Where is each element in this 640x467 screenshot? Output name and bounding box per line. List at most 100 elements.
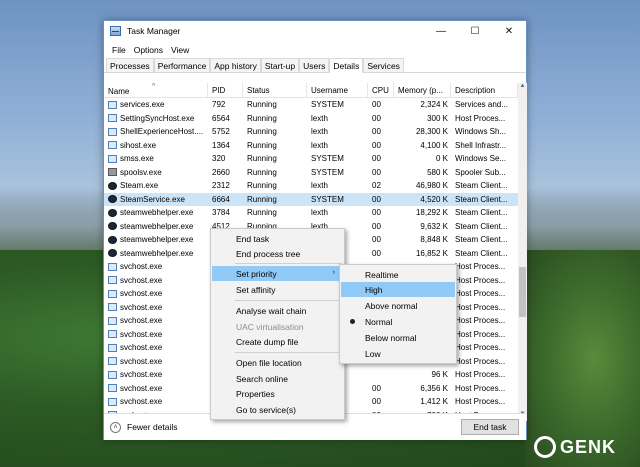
- cell-pid: 1364: [212, 140, 230, 150]
- cell-pid: 2312: [212, 181, 230, 191]
- column-header-description[interactable]: Description: [451, 83, 518, 97]
- cell-memory: 4,100 K: [420, 140, 448, 150]
- menu-separator: [235, 352, 342, 353]
- cell-name: steamwebhelper.exe: [104, 249, 208, 258]
- table-row[interactable]: Steam.exe 2312 Running lexth 02 46,980 K Steam…: [104, 179, 518, 193]
- cell-status: Running: [247, 208, 277, 218]
- window-title: Task Manager: [127, 26, 181, 36]
- cell-description: Steam Client...: [455, 235, 508, 245]
- tab-services[interactable]: Services: [363, 58, 404, 72]
- menu-item-analyse-wait-chain[interactable]: Analyse wait chain: [212, 303, 343, 318]
- scroll-thumb[interactable]: [519, 267, 526, 317]
- tab-performance[interactable]: Performance: [153, 58, 211, 72]
- cell-description: Host Proces...: [455, 275, 506, 285]
- close-button[interactable]: ✕: [492, 21, 526, 41]
- table-row[interactable]: sihost.exe 1364 Running lexth 00 4,100 K Shell…: [104, 139, 518, 153]
- cell-name: Steam.exe: [104, 181, 208, 190]
- cell-cpu: 00: [372, 221, 381, 231]
- radio-bullet-icon: [350, 319, 355, 324]
- column-header-cpu[interactable]: CPU: [368, 83, 394, 97]
- app-icon: [108, 357, 117, 366]
- priority-below-normal[interactable]: Below normal: [341, 330, 455, 345]
- tab-start-up[interactable]: Start-up: [260, 58, 300, 72]
- fewer-details-link[interactable]: ˄ Fewer details: [110, 421, 178, 433]
- table-row[interactable]: SteamService.exe 6664 Running SYSTEM 00 4,520…: [104, 192, 518, 206]
- cell-description: Host Proces...: [455, 329, 506, 339]
- title-bar[interactable]: Task Manager — ☐ ✕: [104, 21, 526, 41]
- table-row[interactable]: ShellExperienceHost.... 5752 Running lexth 0…: [104, 125, 518, 139]
- menu-item-search-online[interactable]: Search online: [212, 371, 343, 386]
- cell-username: SYSTEM: [311, 154, 344, 164]
- menu-item-open-file-location[interactable]: Open file location: [212, 355, 343, 370]
- table-row[interactable]: services.exe 792 Running SYSTEM 00 2,324 K Ser…: [104, 98, 518, 112]
- app-icon: [108, 384, 117, 393]
- cell-description: Host Proces...: [455, 397, 506, 407]
- menu-view[interactable]: View: [167, 45, 193, 55]
- table-header: ^ Name PID Status Username CPU Memory (p…: [104, 83, 518, 98]
- cell-status: Running: [247, 100, 277, 110]
- column-header-status[interactable]: Status: [243, 83, 307, 97]
- steam-icon: [108, 249, 117, 258]
- column-header-memory[interactable]: Memory (p...: [394, 83, 451, 97]
- cell-name: svchost.exe: [104, 384, 208, 393]
- menu-item-end-task[interactable]: End task: [212, 231, 343, 246]
- column-header-name[interactable]: Name: [104, 83, 208, 97]
- menu-item-set-priority[interactable]: Set priority ›: [212, 266, 343, 281]
- cell-pid: 3784: [212, 208, 230, 218]
- priority-high[interactable]: High: [341, 282, 455, 297]
- table-row[interactable]: SettingSyncHost.exe 6564 Running lexth 00 300…: [104, 112, 518, 126]
- cell-memory: 2,324 K: [420, 100, 448, 110]
- steam-icon: [108, 195, 117, 204]
- cell-description: Host Proces...: [455, 302, 506, 312]
- cell-name: steamwebhelper.exe: [104, 235, 208, 244]
- process-name: svchost.exe: [120, 262, 163, 272]
- cell-description: Host Proces...: [455, 370, 506, 380]
- tab-app-history[interactable]: App history: [210, 58, 261, 72]
- priority-normal[interactable]: Normal: [341, 314, 455, 329]
- tab-users[interactable]: Users: [299, 58, 330, 72]
- tab-details[interactable]: Details: [329, 58, 364, 73]
- cell-pid: 792: [212, 100, 226, 110]
- process-name: steamwebhelper.exe: [120, 221, 194, 231]
- maximize-button[interactable]: ☐: [458, 21, 492, 41]
- menu-item-go-to-services[interactable]: Go to service(s): [212, 402, 343, 417]
- fewer-details-label: Fewer details: [127, 422, 178, 432]
- minimize-button[interactable]: —: [424, 21, 458, 41]
- menu-item-properties[interactable]: Properties: [212, 386, 343, 401]
- column-header-username[interactable]: Username: [307, 83, 368, 97]
- cell-cpu: 00: [372, 383, 381, 393]
- process-name: SteamService.exe: [120, 194, 185, 204]
- app-icon: [108, 316, 117, 325]
- priority-above-normal[interactable]: Above normal: [341, 298, 455, 313]
- end-task-button[interactable]: End task: [461, 419, 519, 435]
- cell-description: Steam Client...: [455, 221, 508, 231]
- cell-status: Running: [247, 167, 277, 177]
- menu-item-end-process-tree[interactable]: End process tree: [212, 246, 343, 261]
- priority-low[interactable]: Low: [341, 346, 455, 361]
- menu-item-create-dump-file[interactable]: Create dump file: [212, 334, 343, 349]
- menu-file[interactable]: File: [108, 45, 130, 55]
- vertical-scrollbar[interactable]: ▲ ▼: [518, 83, 527, 421]
- menu-item-set-affinity[interactable]: Set affinity: [212, 282, 343, 297]
- tab-processes[interactable]: Processes: [106, 58, 154, 72]
- cell-description: Windows Se...: [455, 154, 507, 164]
- cell-description: Steam Client...: [455, 181, 508, 191]
- cell-memory: 580 K: [427, 167, 448, 177]
- app-icon: [108, 343, 117, 352]
- menu-options[interactable]: Options: [130, 45, 167, 55]
- process-name: sihost.exe: [120, 140, 157, 150]
- column-header-pid[interactable]: PID: [208, 83, 243, 97]
- table-row[interactable]: spoolsv.exe 2660 Running SYSTEM 00 580 K Spool…: [104, 166, 518, 180]
- task-manager-icon: [110, 26, 121, 36]
- table-row[interactable]: smss.exe 320 Running SYSTEM 00 0 K Windows Se.…: [104, 152, 518, 166]
- cell-memory: 1,412 K: [420, 397, 448, 407]
- table-row[interactable]: steamwebhelper.exe 3784 Running lexth 00 18,2…: [104, 206, 518, 220]
- cell-memory: 4,520 K: [420, 194, 448, 204]
- cell-description: Steam Client...: [455, 208, 508, 218]
- cell-cpu: 00: [372, 100, 381, 110]
- priority-realtime[interactable]: Realtime: [341, 267, 455, 282]
- scroll-up-icon[interactable]: ▲: [518, 83, 527, 93]
- cell-cpu: 00: [372, 208, 381, 218]
- cell-description: Steam Client...: [455, 248, 508, 258]
- cell-username: lexth: [311, 208, 328, 218]
